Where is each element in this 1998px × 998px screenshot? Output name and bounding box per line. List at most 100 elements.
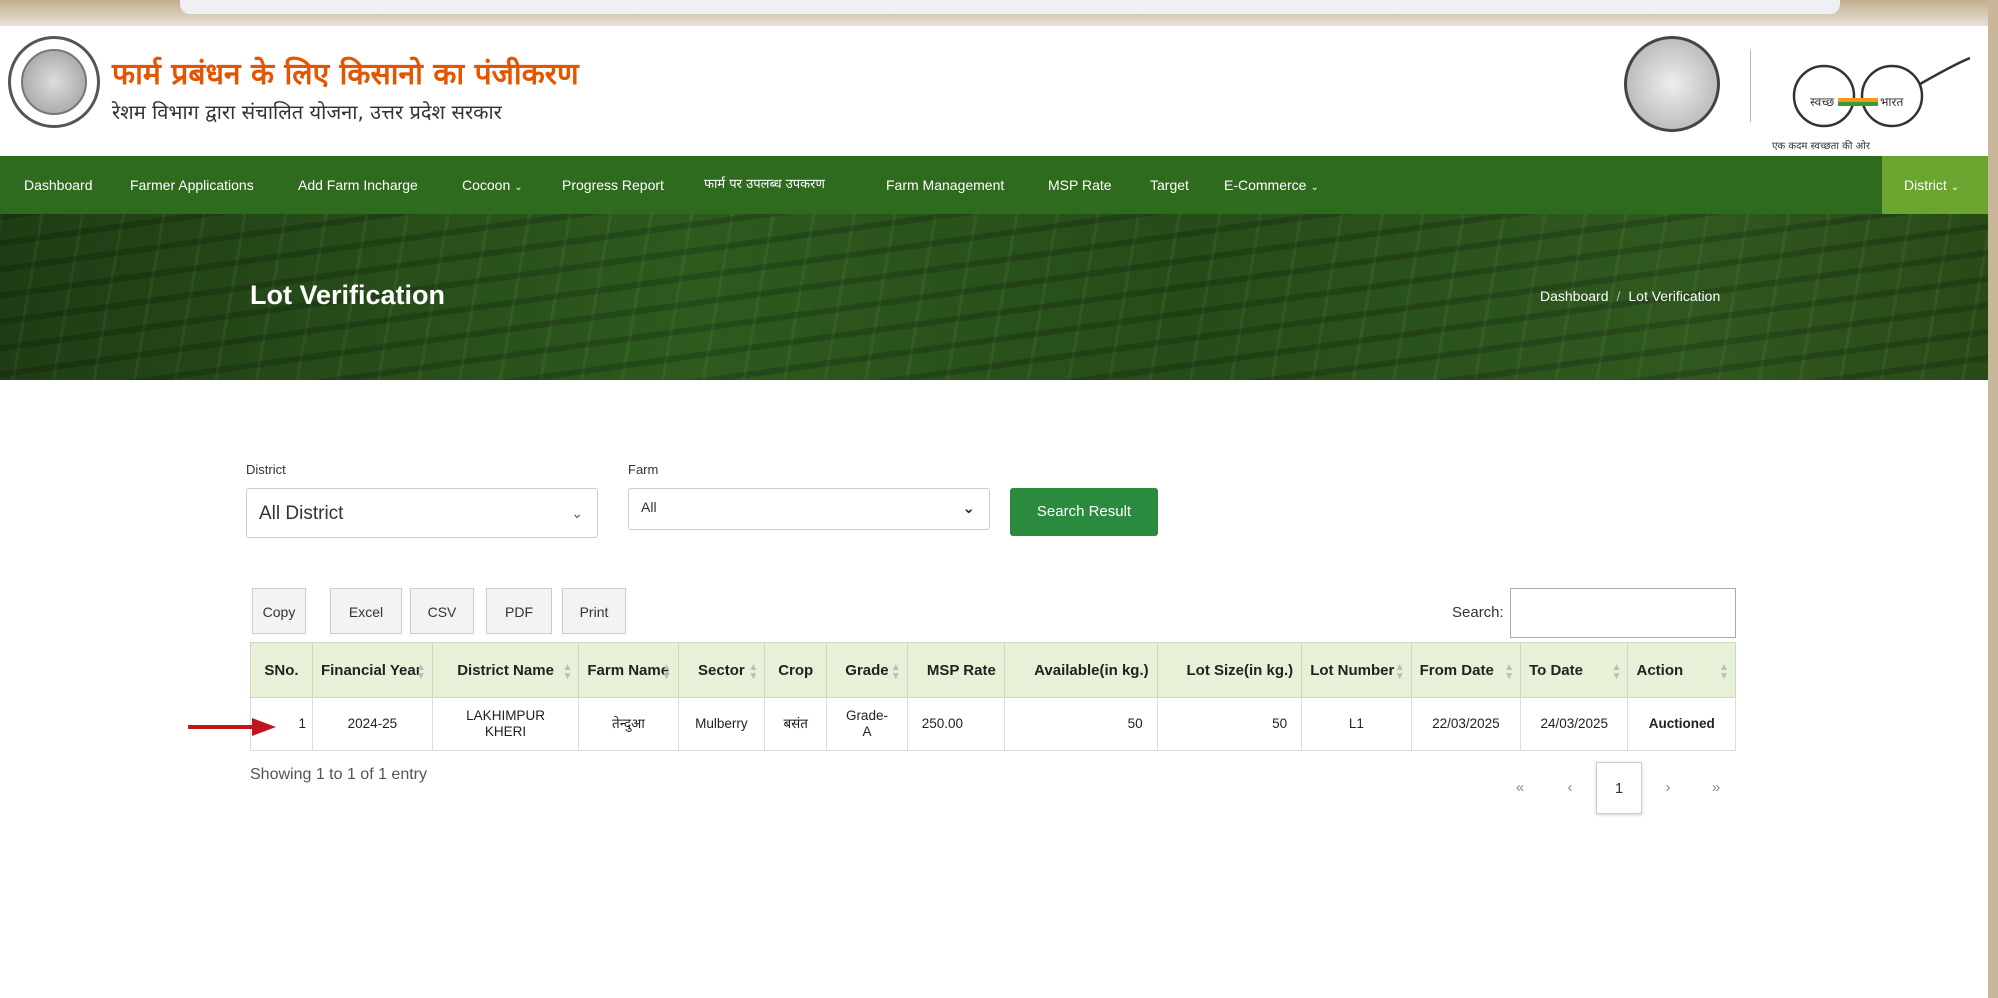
column-header-sector[interactable]: Sector ▲ ▼ [677, 642, 766, 698]
column-header-sno-label: SNo. [264, 661, 299, 679]
cell-grade: Grade-A [826, 697, 908, 751]
farm-select[interactable]: All ⌄ [628, 488, 990, 530]
table-row: 1 2024-25 LAKHIMPUR KHERI तेन्दुआ Mulber… [250, 697, 1736, 751]
column-header-lot-number-label: Lot Number [1310, 661, 1395, 679]
nav-progress-report[interactable]: Progress Report [562, 156, 664, 214]
cell-from-date: 22/03/2025 [1410, 697, 1522, 751]
column-header-sector-label: Sector [698, 661, 745, 679]
nav-district-menu[interactable]: District ⌄ [1882, 156, 1988, 214]
cell-district-name: LAKHIMPUR KHERI [431, 697, 580, 751]
sort-icon: ▲ ▼ [1719, 662, 1729, 682]
farm-select-value: All [641, 499, 657, 515]
column-header-msp-rate-label: MSP Rate [926, 661, 996, 679]
sort-icon: ▲ ▼ [890, 662, 901, 682]
column-header-available[interactable]: Available(in kg.) [1003, 642, 1158, 698]
column-header-msp-rate[interactable]: MSP Rate [906, 642, 1005, 698]
chevron-down-icon: ⌄ [514, 182, 523, 193]
column-header-lot-size[interactable]: Lot Size(in kg.) [1156, 642, 1303, 698]
chevron-down-icon: ⌄ [1950, 182, 1960, 193]
column-header-lot-number[interactable]: Lot Number ▲ ▼ [1301, 642, 1412, 698]
up-govt-emblem [1624, 36, 1720, 132]
search-result-button[interactable]: Search Result [1010, 488, 1158, 536]
sort-icon: ▲ ▼ [562, 662, 573, 682]
sort-icon: ▲ ▼ [1504, 662, 1515, 682]
resham-department-logo [8, 36, 100, 128]
cell-sector: Mulberry [677, 697, 766, 751]
nav-msp-rate[interactable]: MSP Rate [1048, 156, 1112, 214]
cell-to-date: 24/03/2025 [1520, 697, 1629, 751]
district-select-value: All District [259, 503, 344, 524]
cell-action-status: Auctioned [1627, 697, 1736, 751]
cell-farm-name: तेन्दुआ [578, 697, 679, 751]
cell-lot-size: 50 [1156, 697, 1303, 751]
table-info: Showing 1 to 1 of 1 entry [250, 766, 427, 783]
breadcrumb-separator: / [1616, 288, 1621, 304]
nav-target[interactable]: Target [1150, 156, 1189, 214]
red-arrow-icon [188, 718, 276, 736]
browser-page: फार्म प्रबंधन के लिए किसानो का पंजीकरण र… [0, 0, 1988, 998]
chevron-down-icon: ⌄ [962, 500, 975, 517]
nav-farm-equipment[interactable]: फार्म पर उपलब्ध उपकरण [704, 156, 825, 214]
nav-farmer-applications[interactable]: Farmer Applications [130, 156, 254, 214]
chevron-down-icon: ⌄ [571, 505, 583, 521]
column-header-available-label: Available(in kg.) [1034, 661, 1149, 679]
column-header-sno[interactable]: SNo. [250, 642, 313, 698]
farm-filter-label: Farm [628, 462, 659, 477]
table-search-input[interactable] [1510, 588, 1736, 638]
column-header-farm-name-label: Farm Name [587, 661, 670, 679]
nav-add-farm-incharge[interactable]: Add Farm Incharge [298, 156, 418, 214]
sort-icon: ▲ ▼ [1394, 662, 1405, 682]
pagination-first[interactable]: « [1508, 762, 1532, 814]
column-header-grade-label: Grade [845, 661, 889, 679]
sort-icon: ▲ ▼ [661, 662, 672, 682]
column-header-crop-label: Crop [778, 661, 814, 679]
swachh-caption: एक कदम स्वच्छता की ओर [1772, 141, 1870, 152]
pagination-page-1[interactable]: 1 [1596, 762, 1642, 814]
table-header-row: SNo. Financial Year ▲ ▼ District Name ▲ ▼ Fa… [250, 642, 1736, 698]
column-header-farm-name[interactable]: Farm Name ▲ ▼ [578, 642, 679, 698]
csv-button[interactable]: CSV [410, 588, 474, 634]
column-header-lot-size-label: Lot Size(in kg.) [1186, 661, 1294, 679]
nav-e-commerce-label: E-Commerce [1224, 177, 1307, 193]
pagination-next[interactable]: › [1656, 762, 1680, 814]
district-filter-label: District [246, 462, 286, 477]
nav-farm-management[interactable]: Farm Management [886, 156, 1004, 214]
breadcrumb-dashboard[interactable]: Dashboard [1540, 288, 1609, 304]
column-header-crop[interactable]: Crop [764, 642, 828, 698]
column-header-financial-year[interactable]: Financial Year ▲ ▼ [311, 642, 433, 698]
sort-icon: ▲ ▼ [1611, 662, 1622, 682]
nav-e-commerce[interactable]: E-Commerce ⌄ [1224, 156, 1319, 214]
breadcrumb: Dashboard / Lot Verification [1540, 288, 1720, 304]
site-title: फार्म प्रबंधन के लिए किसानो का पंजीकरण [112, 57, 579, 92]
sort-icon: ▲ ▼ [748, 662, 759, 682]
main-nav: Dashboard Farmer Applications Add Farm I… [0, 156, 1988, 214]
sort-icon: ▲ ▼ [415, 662, 426, 682]
top-strip [0, 0, 1988, 26]
district-select[interactable]: All District ⌄ [246, 488, 598, 538]
cell-lot-number: L1 [1301, 697, 1412, 751]
breadcrumb-current: Lot Verification [1628, 288, 1721, 304]
table-search-label: Search: [1452, 604, 1504, 621]
cell-msp-rate: 250.00 [906, 697, 1005, 751]
print-button[interactable]: Print [562, 588, 626, 634]
nav-cocoon[interactable]: Cocoon ⌄ [462, 156, 523, 214]
nav-cocoon-label: Cocoon [462, 177, 511, 193]
column-header-grade[interactable]: Grade ▲ ▼ [826, 642, 908, 698]
copy-button[interactable]: Copy [252, 588, 306, 634]
pagination-last[interactable]: » [1704, 762, 1728, 814]
cell-crop: बसंत [764, 697, 828, 751]
chevron-down-icon: ⌄ [1310, 182, 1319, 193]
pdf-button[interactable]: PDF [486, 588, 552, 634]
column-header-from-date[interactable]: From Date ▲ ▼ [1410, 642, 1522, 698]
header-divider [1750, 50, 1751, 122]
page-title: Lot Verification [250, 280, 446, 310]
column-header-action-label: Action [1636, 661, 1684, 679]
column-header-to-date[interactable]: To Date ▲ ▼ [1520, 642, 1629, 698]
cell-available: 50 [1003, 697, 1158, 751]
pagination-prev[interactable]: ‹ [1558, 762, 1582, 814]
column-header-action[interactable]: Action ▲ ▼ [1627, 642, 1736, 698]
nav-dashboard[interactable]: Dashboard [24, 156, 93, 214]
excel-button[interactable]: Excel [330, 588, 402, 634]
column-header-district-name[interactable]: District Name ▲ ▼ [431, 642, 580, 698]
swachh-text-left: स्वच्छ [1810, 95, 1834, 109]
